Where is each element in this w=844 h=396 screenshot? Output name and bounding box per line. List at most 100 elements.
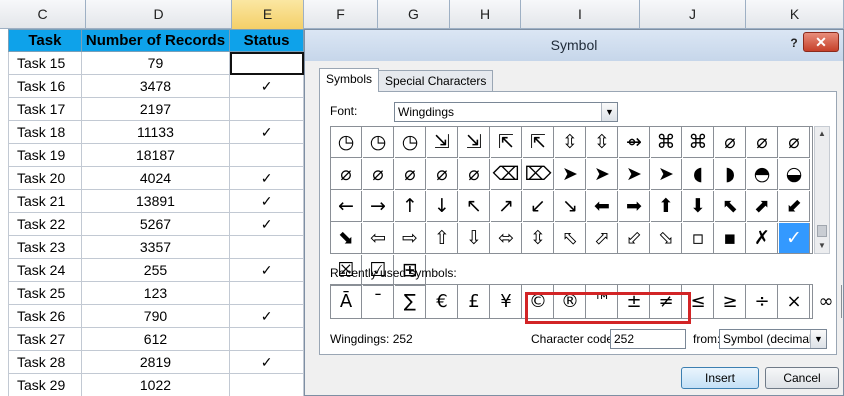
help-button[interactable]: ? [785, 34, 803, 52]
symbol-cell[interactable]: ⌀ [715, 127, 746, 158]
symbol-cell[interactable]: ⌀ [459, 159, 490, 190]
symbol-cell[interactable]: ↘ [555, 191, 586, 222]
records-cell[interactable]: 2197 [80, 97, 231, 121]
symbol-cell[interactable]: ⬅ [587, 191, 618, 222]
header-task[interactable]: Task [8, 29, 82, 52]
symbol-cell[interactable]: ⇳ [523, 223, 554, 254]
symbol-cell[interactable]: ⬃ [619, 223, 650, 254]
close-button[interactable]: ✕ [803, 32, 839, 52]
symbol-cell[interactable]: ◷ [331, 127, 362, 158]
symbol-cell[interactable]: ✓ [779, 223, 810, 254]
task-cell[interactable]: Task 16 [8, 74, 82, 98]
symbol-cell[interactable]: ⌀ [427, 159, 458, 190]
symbol-cell[interactable]: → [363, 191, 394, 222]
symbol-cell[interactable]: ↑ [395, 191, 426, 222]
symbol-cell[interactable]: ⇩ [459, 223, 490, 254]
task-cell[interactable]: Task 18 [8, 120, 82, 144]
records-cell[interactable]: 79 [80, 51, 231, 75]
symbol-cell[interactable]: ⬉ [715, 191, 746, 222]
symbol-cell[interactable]: ➤ [587, 159, 618, 190]
font-select[interactable]: Wingdings ▼ [394, 102, 618, 122]
task-cell[interactable]: Task 25 [8, 281, 82, 305]
task-cell[interactable]: Task 23 [8, 235, 82, 259]
symbol-cell[interactable]: ➡ [619, 191, 650, 222]
recent-symbol[interactable]: ¥ [491, 285, 522, 318]
symbol-grid-scrollbar[interactable]: ▲ ▼ [814, 126, 830, 254]
recent-symbol[interactable]: ¯ [363, 285, 394, 318]
symbol-cell[interactable]: ⇱ [523, 127, 554, 158]
column-header-j[interactable]: J [640, 0, 746, 29]
symbol-cell[interactable]: ◷ [395, 127, 426, 158]
symbol-cell[interactable]: ◒ [779, 159, 810, 190]
records-cell[interactable]: 4024 [80, 166, 231, 190]
recent-symbol[interactable]: ≥ [715, 285, 746, 318]
records-cell[interactable]: 3478 [80, 74, 231, 98]
status-cell[interactable] [229, 327, 304, 351]
status-cell[interactable] [229, 373, 304, 396]
recent-symbol[interactable]: ∞ [811, 285, 842, 318]
task-cell[interactable]: Task 26 [8, 304, 82, 328]
cancel-button[interactable]: Cancel [765, 367, 839, 389]
records-cell[interactable]: 790 [80, 304, 231, 328]
status-cell[interactable]: ✓ [229, 304, 304, 328]
symbol-cell[interactable]: ⌀ [395, 159, 426, 190]
task-cell[interactable]: Task 27 [8, 327, 82, 351]
records-cell[interactable]: 5267 [80, 212, 231, 236]
records-cell[interactable]: 255 [80, 258, 231, 282]
column-header-g[interactable]: G [378, 0, 450, 29]
task-cell[interactable]: Task 17 [8, 97, 82, 121]
symbol-cell[interactable]: ⇲ [459, 127, 490, 158]
symbol-cell[interactable]: ⇴ [619, 127, 650, 158]
symbol-cell[interactable]: ⇲ [427, 127, 458, 158]
symbol-cell[interactable]: ⬈ [747, 191, 778, 222]
symbol-cell[interactable]: ← [331, 191, 362, 222]
records-cell[interactable]: 1022 [80, 373, 231, 396]
symbol-cell[interactable]: ⇳ [555, 127, 586, 158]
symbol-cell[interactable]: ⌘ [651, 127, 682, 158]
symbol-cell[interactable]: ⌀ [747, 127, 778, 158]
scroll-down-icon[interactable]: ▼ [815, 239, 829, 253]
records-cell[interactable]: 2819 [80, 350, 231, 374]
symbol-cell[interactable]: ◗ [715, 159, 746, 190]
status-cell[interactable]: ✓ [229, 350, 304, 374]
status-cell[interactable] [229, 281, 304, 305]
symbol-cell[interactable]: ⌦ [523, 159, 554, 190]
symbol-cell[interactable]: ⬁ [555, 223, 586, 254]
column-header-k[interactable]: K [746, 0, 844, 29]
status-cell[interactable] [229, 97, 304, 121]
column-header-d[interactable]: D [86, 0, 232, 29]
dialog-titlebar[interactable]: Symbol ? ✕ [305, 30, 843, 61]
symbol-cell[interactable]: ⬀ [587, 223, 618, 254]
records-cell[interactable]: 11133 [80, 120, 231, 144]
symbol-cell[interactable]: ⇱ [491, 127, 522, 158]
status-cell[interactable]: ✓ [229, 258, 304, 282]
symbol-cell[interactable]: ➤ [555, 159, 586, 190]
task-cell[interactable]: Task 20 [8, 166, 82, 190]
scroll-up-icon[interactable]: ▲ [815, 127, 829, 141]
column-header-i[interactable]: I [521, 0, 640, 29]
task-cell[interactable]: Task 21 [8, 189, 82, 213]
status-cell[interactable]: ✓ [229, 166, 304, 190]
column-header-h[interactable]: H [450, 0, 521, 29]
column-header-e[interactable]: E [232, 0, 304, 29]
symbol-cell[interactable]: ✗ [747, 223, 778, 254]
symbol-cell[interactable]: ⇨ [395, 223, 426, 254]
symbol-cell[interactable]: ▫ [683, 223, 714, 254]
tab-special-characters[interactable]: Special Characters [378, 70, 494, 92]
task-cell[interactable]: Task 28 [8, 350, 82, 374]
records-cell[interactable]: 612 [80, 327, 231, 351]
status-cell[interactable]: ✓ [229, 74, 304, 98]
symbol-cell[interactable]: ↙ [523, 191, 554, 222]
records-cell[interactable]: 3357 [80, 235, 231, 259]
task-cell[interactable]: Task 15 [8, 51, 82, 75]
recent-symbol[interactable]: ∑ [395, 285, 426, 318]
records-cell[interactable]: 13891 [80, 189, 231, 213]
symbol-cell[interactable]: ➤ [619, 159, 650, 190]
status-cell[interactable]: ✓ [229, 189, 304, 213]
symbol-cell[interactable]: ⬊ [331, 223, 362, 254]
symbol-cell[interactable]: ⌀ [363, 159, 394, 190]
scroll-thumb[interactable] [817, 225, 827, 237]
recent-symbol[interactable]: ÷ [747, 285, 778, 318]
symbol-cell[interactable]: ⬂ [651, 223, 682, 254]
symbol-cell[interactable]: ⬋ [779, 191, 810, 222]
